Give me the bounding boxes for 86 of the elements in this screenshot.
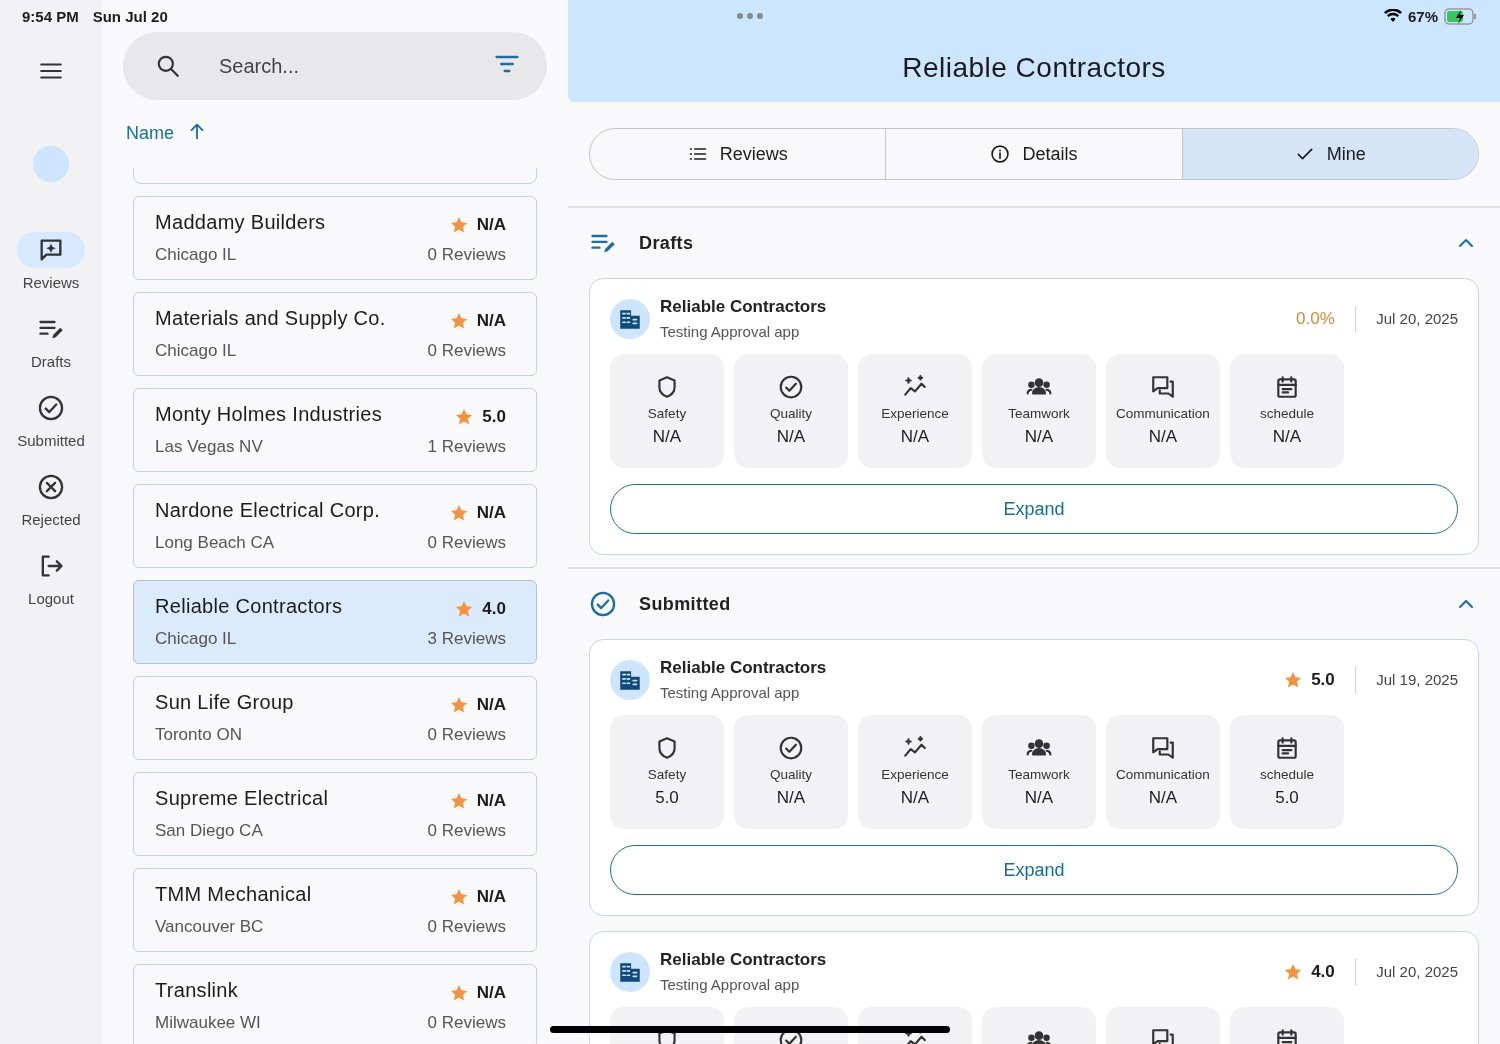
review-date: Jul 20, 2025	[1376, 963, 1458, 980]
segment-tab[interactable]: Details	[885, 129, 1182, 179]
metric-tile: Communication N/A	[1106, 354, 1220, 468]
metric-tile: Experience N/A	[858, 354, 972, 468]
contractor-location: Chicago IL	[155, 628, 238, 650]
metric-tile: Experience N/A	[858, 715, 972, 829]
score-percent: 0.0%	[1296, 308, 1335, 329]
contractor-card[interactable]: Nardone Electrical Corp. N/A Long Beach CA 0 Reviews	[133, 484, 537, 569]
contractor-name: Nardone Electrical Corp.	[155, 499, 382, 524]
score-value: 4.0	[1311, 961, 1335, 982]
contractor-card[interactable]: Monty Holmes Industries 5.0 Las Vegas NV 1 Reviews	[133, 388, 537, 473]
contractor-card[interactable]: Materials and Supply Co. N/A Chicago IL 0 Reviews	[133, 292, 537, 377]
contractor-card[interactable]: Translink N/A Milwaukee WI 0 Reviews	[133, 964, 537, 1044]
score-value: 5.0	[1311, 669, 1335, 690]
review-count: 0 Reviews	[427, 340, 506, 362]
review-count: 1 Reviews	[427, 436, 506, 458]
rail-item[interactable]: Submitted	[17, 390, 85, 449]
metric-tile: Communication N/A	[1106, 715, 1220, 829]
contractor-card[interactable]: TMM Mechanical N/A Vancouver BC 0 Reviews	[133, 868, 537, 953]
metric-tile: schedule N/A	[1230, 354, 1344, 468]
contractor-name: Supreme Electrical	[155, 787, 330, 812]
metric-tile: Teamwork N/A	[982, 354, 1096, 468]
review-title: Reliable Contractors	[660, 950, 828, 970]
contractor-location: Chicago IL	[155, 244, 238, 266]
page-title: Reliable Contractors	[902, 52, 1166, 84]
metric-tile: Teamwork N/A	[982, 715, 1096, 829]
contractor-location: Las Vegas NV	[155, 436, 264, 458]
rail-item[interactable]: Logout	[17, 548, 85, 607]
segment-tab[interactable]: Mine	[1181, 129, 1478, 179]
contractor-location: Toronto ON	[155, 724, 243, 746]
rating-value: N/A	[476, 886, 506, 907]
contractor-location: Long Beach CA	[155, 532, 276, 554]
status-time: 9:54 PM	[22, 7, 79, 25]
contractor-name: Sun Life Group	[155, 691, 295, 716]
rating-value: N/A	[476, 214, 506, 235]
review-count: 0 Reviews	[427, 532, 506, 554]
review-title: Reliable Contractors	[660, 658, 828, 678]
expand-button[interactable]: Expand	[610, 845, 1458, 895]
review-subtitle: Testing Approval app	[660, 323, 801, 340]
contractor-location: Chicago IL	[155, 340, 238, 362]
contractor-name: Translink	[155, 979, 240, 1004]
rating-value: N/A	[476, 310, 506, 331]
status-date: Sun Jul 20	[92, 7, 168, 25]
contractor-card[interactable]: Reliable Contractors 4.0 Chicago IL 3 Reviews	[133, 580, 537, 665]
metric-tile: Quality N/A	[734, 715, 848, 829]
review-count: 0 Reviews	[427, 916, 506, 938]
review-subtitle: Testing Approval app	[660, 684, 801, 701]
review-count: 0 Reviews	[427, 244, 506, 266]
metric-tile: Safety N/A	[610, 354, 724, 468]
review-count: 3 Reviews	[427, 628, 506, 650]
review-subtitle: Testing Approval app	[660, 976, 801, 993]
contractor-location: Vancouver BC	[155, 916, 265, 938]
rating-value: N/A	[476, 694, 506, 715]
review-date: Jul 19, 2025	[1376, 671, 1458, 688]
review-count: 0 Reviews	[427, 1012, 506, 1034]
rating-value: N/A	[476, 790, 506, 811]
sort-label[interactable]: Name	[126, 122, 174, 144]
contractor-name: TMM Mechanical	[155, 883, 313, 908]
contractor-card[interactable]: Sun Life Group N/A Toronto ON 0 Reviews	[133, 676, 537, 761]
rail-item[interactable]: Drafts	[17, 311, 85, 370]
contractor-name: Materials and Supply Co.	[155, 307, 387, 332]
contractor-card[interactable]: Supreme Electrical N/A San Diego CA 0 Reviews	[133, 772, 537, 857]
rating-value: 5.0	[482, 406, 506, 427]
contractor-name: Monty Holmes Industries	[155, 403, 383, 428]
metric-tile: Safety 5.0	[610, 715, 724, 829]
review-title: Reliable Contractors	[660, 297, 828, 317]
review-date: Jul 20, 2025	[1376, 310, 1458, 327]
rail-item[interactable]: Rejected	[17, 469, 85, 528]
section-title: Submitted	[639, 593, 732, 615]
rating-value: N/A	[476, 502, 506, 523]
contractor-name: Maddamy Builders	[155, 211, 327, 236]
contractor-location: San Diego CA	[155, 820, 264, 842]
search-field[interactable]: Search...	[217, 53, 493, 79]
contractor-card[interactable]: Maddamy Builders N/A Chicago IL 0 Reviews	[133, 196, 537, 281]
review-count: 0 Reviews	[427, 820, 506, 842]
contractor-location: Milwaukee WI	[155, 1012, 262, 1034]
review-count: 0 Reviews	[427, 724, 506, 746]
expand-button[interactable]: Expand	[610, 484, 1458, 534]
segment-tab[interactable]: Reviews	[590, 129, 886, 179]
rating-value: N/A	[476, 982, 506, 1003]
rating-value: 4.0	[482, 598, 506, 619]
battery-percent: 67%	[1407, 7, 1438, 25]
metric-tile: Quality N/A	[734, 354, 848, 468]
section-title: Drafts	[639, 232, 695, 254]
metric-tile: schedule 5.0	[1230, 715, 1344, 829]
contractor-name: Reliable Contractors	[155, 595, 344, 620]
